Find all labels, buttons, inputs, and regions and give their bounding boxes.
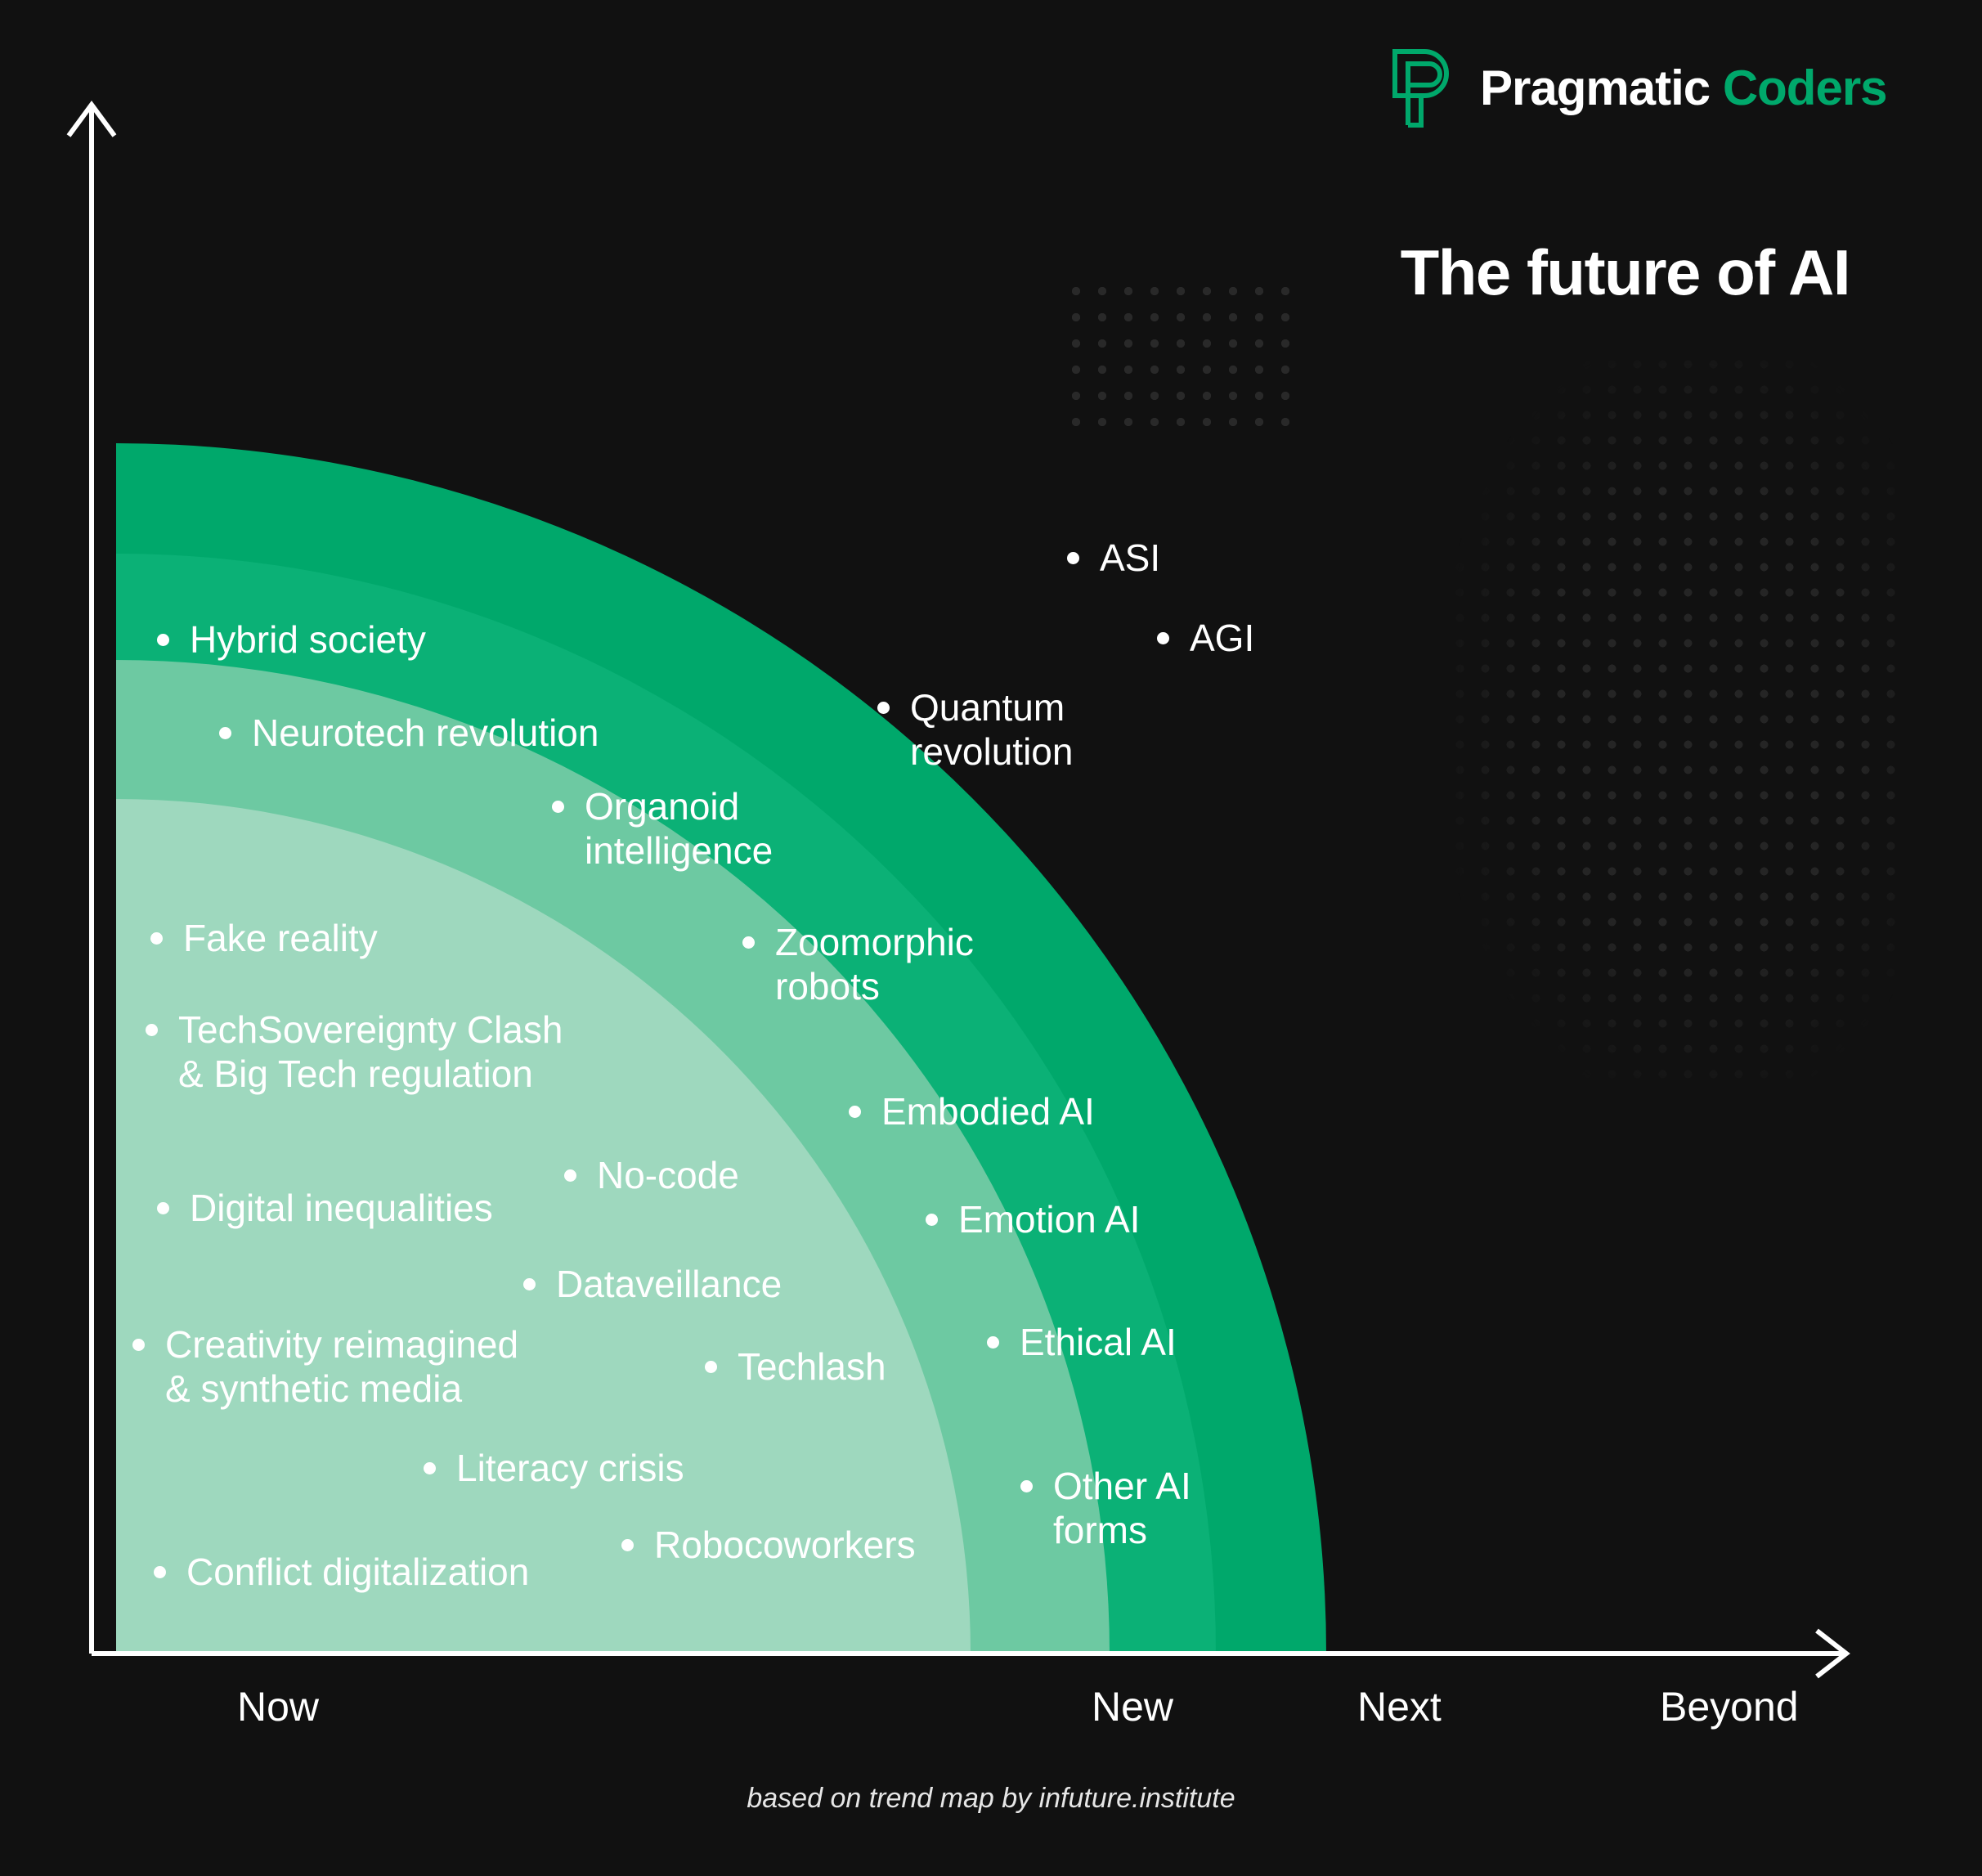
bullet-dot-icon (877, 702, 890, 714)
trend-item-label: AGI (1190, 617, 1255, 659)
trend-item: Dataveillance (523, 1262, 782, 1306)
bullet-dot-icon (150, 932, 163, 945)
source-credit: based on trend map by infuture.institute (747, 1783, 1235, 1814)
trend-item-label: ASI (1100, 536, 1161, 579)
trend-item: Creativity reimagined & synthetic media (132, 1322, 519, 1411)
bullet-dot-icon (1020, 1480, 1033, 1492)
trend-item: Quantum revolution (877, 685, 1074, 774)
trend-item-label: Robocoworkers (654, 1524, 916, 1566)
bullet-dot-icon (552, 801, 564, 813)
bullet-dot-icon (849, 1106, 861, 1118)
trend-item: Fake reality (150, 916, 378, 960)
trend-item: No-code (564, 1153, 739, 1197)
trend-item: Zoomorphic robots (742, 920, 974, 1009)
trend-item-label: TechSovereignty Clash & Big Tech regulat… (178, 1008, 563, 1096)
trend-item: AGI (1157, 616, 1255, 660)
trend-item: Organoid intelligence (552, 784, 774, 873)
bullet-dot-icon (926, 1214, 938, 1226)
bullet-dot-icon (621, 1539, 634, 1551)
trend-item-label: No-code (597, 1154, 739, 1196)
trend-item-label: Organoid intelligence (585, 785, 774, 873)
x-axis-tick-beyond: Beyond (1660, 1684, 1799, 1730)
trend-radar-chart: Now New Next Beyond ASI AGI Quantum revolutio… (0, 0, 1982, 1876)
trend-item-label: Ethical AI (1020, 1321, 1177, 1363)
trend-item: Conflict digitalization (154, 1550, 530, 1594)
trend-item-label: Digital inequalities (190, 1187, 493, 1229)
trend-item: Robocoworkers (621, 1523, 916, 1567)
trend-item-label: Creativity reimagined & synthetic media (165, 1323, 519, 1411)
trend-item-label: Zoomorphic robots (775, 921, 974, 1008)
bullet-dot-icon (157, 1202, 169, 1214)
trend-item-label: Techlash (738, 1345, 886, 1388)
trend-item-label: Other AI forms (1053, 1465, 1191, 1552)
bullet-dot-icon (705, 1361, 717, 1373)
trend-item-label: Dataveillance (556, 1263, 782, 1305)
bullet-dot-icon (1067, 552, 1079, 564)
trend-item: Literacy crisis (424, 1446, 684, 1490)
trend-item: Digital inequalities (157, 1186, 493, 1230)
x-axis-tick-next: Next (1357, 1684, 1442, 1730)
trend-item-label: Embodied AI (881, 1090, 1095, 1133)
bullet-dot-icon (987, 1336, 999, 1349)
bullet-dot-icon (157, 634, 169, 646)
bullet-dot-icon (1157, 632, 1169, 644)
trend-item: ASI (1067, 536, 1161, 580)
trend-item: Ethical AI (987, 1320, 1177, 1364)
trend-item-label: Conflict digitalization (186, 1551, 530, 1593)
trend-item-label: Quantum revolution (910, 686, 1074, 774)
x-axis-tick-new: New (1092, 1684, 1174, 1730)
trend-item-label: Neurotech revolution (252, 711, 599, 754)
trend-item-label: Emotion AI (958, 1198, 1141, 1241)
trend-item: Techlash (705, 1344, 886, 1389)
bullet-dot-icon (154, 1566, 166, 1578)
bullet-dot-icon (564, 1169, 576, 1182)
bullet-dot-icon (742, 936, 755, 949)
trend-item: Hybrid society (157, 617, 426, 662)
bullet-dot-icon (523, 1278, 536, 1290)
trend-item: Emotion AI (926, 1197, 1141, 1241)
bullet-dot-icon (424, 1462, 436, 1474)
infographic-canvas: Pragmatic Coders The future of AI Now New… (0, 0, 1982, 1876)
trend-item: Other AI forms (1020, 1464, 1191, 1553)
trend-item-label: Literacy crisis (456, 1447, 684, 1489)
trend-item-label: Hybrid society (190, 618, 426, 661)
trend-item-label: Fake reality (183, 917, 378, 959)
bullet-dot-icon (146, 1024, 158, 1036)
bullet-dot-icon (219, 727, 231, 739)
trend-item: TechSovereignty Clash & Big Tech regulat… (146, 1008, 563, 1097)
trend-item: Embodied AI (849, 1089, 1095, 1133)
bullet-dot-icon (132, 1339, 145, 1351)
x-axis-tick-now: Now (237, 1684, 320, 1730)
trend-item: Neurotech revolution (219, 711, 599, 755)
